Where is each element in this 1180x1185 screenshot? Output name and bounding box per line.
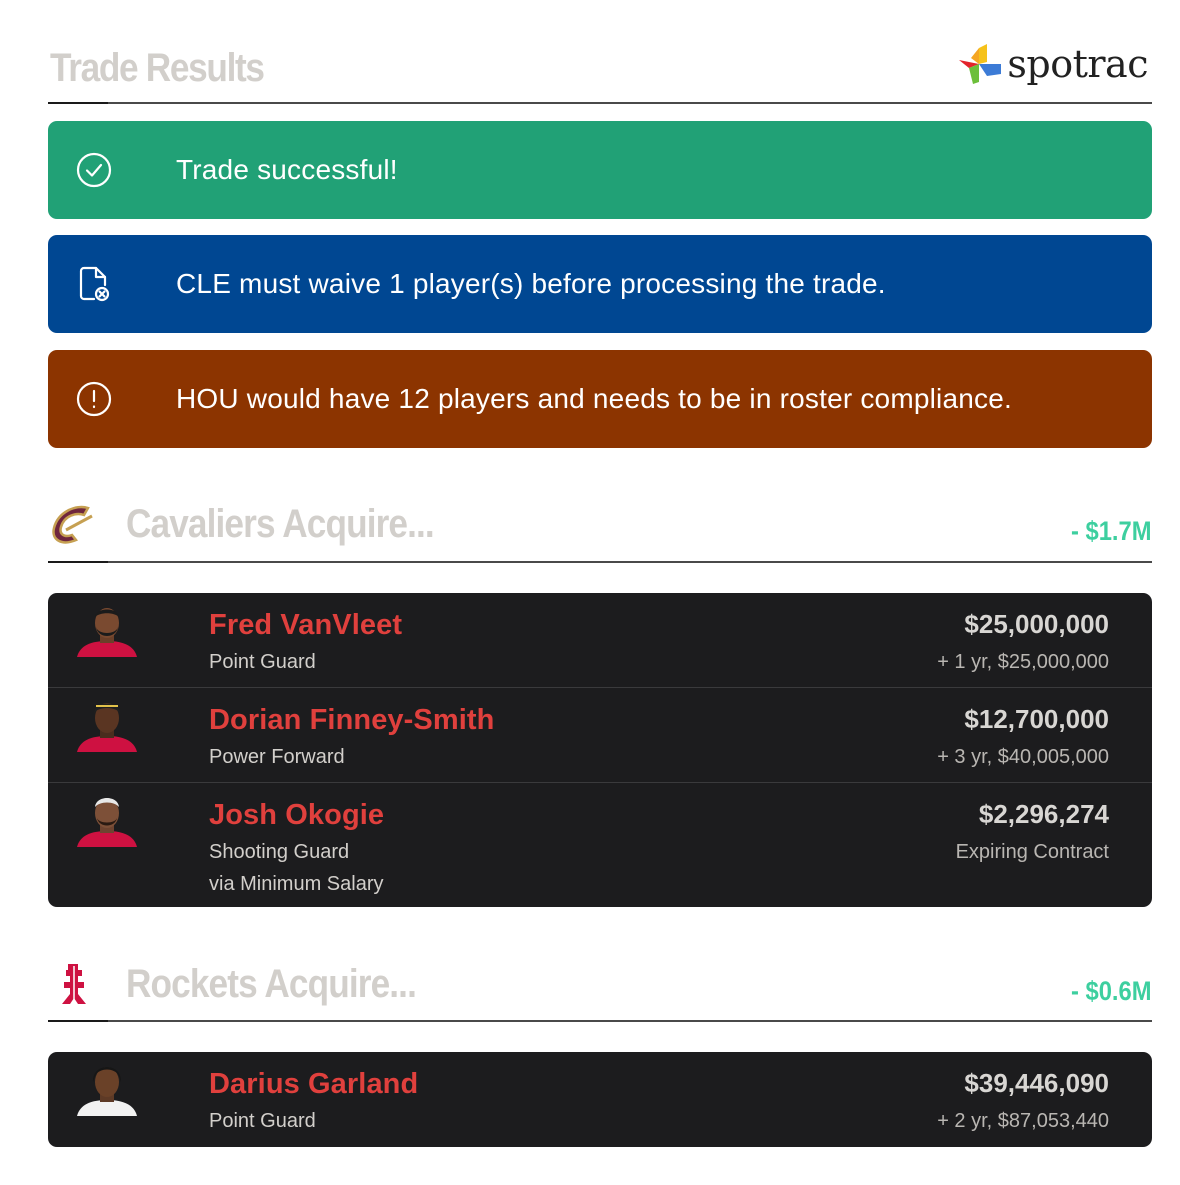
- spotrac-mark-icon: [959, 44, 1002, 84]
- player-headshot: [77, 703, 137, 752]
- section-title: Rockets Acquire...: [126, 962, 417, 1006]
- cavaliers-logo-icon: [52, 505, 93, 544]
- spotrac-wordmark: spotrac: [1007, 42, 1148, 86]
- player-row[interactable]: Josh Okogie Shooting Guard via Minimum S…: [48, 783, 1152, 907]
- player-headshot: [77, 608, 137, 657]
- rockets-player-list: Darius Garland Point Guard $39,446,090 +…: [48, 1052, 1152, 1147]
- net-salary-change: - $1.7M: [1071, 516, 1152, 546]
- player-name[interactable]: Darius Garland: [209, 1068, 418, 1101]
- player-salary: $12,700,000: [964, 704, 1109, 734]
- player-headshot: [77, 798, 137, 847]
- player-salary: $39,446,090: [964, 1068, 1109, 1098]
- player-name[interactable]: Dorian Finney-Smith: [209, 704, 494, 737]
- player-headshot: [77, 1067, 137, 1116]
- check-circle-icon: [76, 152, 112, 188]
- contract-remaining: + 2 yr, $87,053,440: [937, 1110, 1109, 1132]
- player-name[interactable]: Fred VanVleet: [209, 609, 402, 642]
- player-position: Power Forward: [209, 746, 345, 768]
- player-row[interactable]: Fred VanVleet Point Guard $25,000,000 + …: [48, 593, 1152, 688]
- alert-message: CLE must waive 1 player(s) before proces…: [176, 268, 886, 299]
- rockets-divider: [48, 1020, 1152, 1022]
- player-salary: $2,296,274: [978, 799, 1109, 829]
- player-position: Shooting Guard: [209, 841, 350, 863]
- alert-message: HOU would have 12 players and needs to b…: [176, 383, 1012, 414]
- cavaliers-section-header: Cavaliers Acquire... - $1.7M: [48, 500, 1152, 560]
- contract-remaining: Expiring Contract: [955, 841, 1109, 863]
- alert-message: Trade successful!: [176, 154, 398, 185]
- rockets-section-header: Rockets Acquire... - $0.6M: [48, 960, 1152, 1020]
- page-title: Trade Results: [50, 46, 265, 90]
- page-header: Trade Results spotrac: [48, 38, 1152, 104]
- cavaliers-player-list: Fred VanVleet Point Guard $25,000,000 + …: [48, 593, 1152, 907]
- contract-remaining: + 1 yr, $25,000,000: [937, 651, 1109, 673]
- alert-warning: HOU would have 12 players and needs to b…: [48, 350, 1152, 448]
- file-x-icon: [79, 266, 110, 302]
- header-divider: [48, 102, 1152, 104]
- alert-success: Trade successful!: [48, 121, 1152, 219]
- contract-remaining: + 3 yr, $40,005,000: [937, 746, 1109, 768]
- exclamation-circle-icon: [76, 381, 112, 417]
- net-salary-change: - $0.6M: [1071, 976, 1152, 1006]
- section-title: Cavaliers Acquire...: [126, 502, 435, 546]
- player-name[interactable]: Josh Okogie: [209, 799, 384, 832]
- cavaliers-divider: [48, 561, 1152, 563]
- player-salary: $25,000,000: [964, 609, 1109, 639]
- rockets-logo-icon: [62, 964, 86, 1004]
- spotrac-logo[interactable]: spotrac: [957, 42, 1148, 86]
- alert-info: CLE must waive 1 player(s) before proces…: [48, 235, 1152, 333]
- player-position: Point Guard: [209, 651, 316, 673]
- player-row[interactable]: Darius Garland Point Guard $39,446,090 +…: [48, 1052, 1152, 1147]
- acquisition-note: via Minimum Salary: [209, 873, 384, 895]
- player-position: Point Guard: [209, 1110, 316, 1132]
- player-row[interactable]: Dorian Finney-Smith Power Forward $12,70…: [48, 688, 1152, 783]
